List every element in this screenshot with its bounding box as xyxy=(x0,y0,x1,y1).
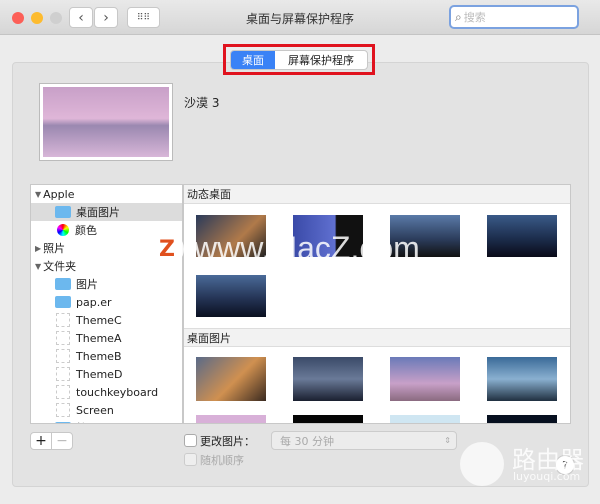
label: ThemeA xyxy=(76,331,122,345)
label: 照片 xyxy=(43,242,66,255)
section-header-dynamic: 动态桌面 xyxy=(184,185,570,204)
label: ThemeB xyxy=(76,349,122,363)
interval-select[interactable]: 每 30 分钟 ⇕ xyxy=(271,431,457,450)
add-folder-button[interactable]: + xyxy=(30,432,52,450)
wallpaper-thumbnail[interactable] xyxy=(390,357,460,401)
search-icon: ⌕ xyxy=(455,9,462,24)
sidebar-folder-item[interactable]: 教程 xyxy=(31,419,182,423)
help-button[interactable]: ? xyxy=(555,455,575,475)
sidebar-group-folders[interactable]: ▼ 文件夹 xyxy=(31,257,182,275)
highlight-box xyxy=(223,44,375,75)
label: Screen xyxy=(76,403,114,417)
color-wheel-icon xyxy=(57,224,69,236)
sidebar-group-photos[interactable]: ▶ 照片 xyxy=(31,239,182,257)
sidebar-folder-item[interactable]: 图片 xyxy=(31,275,182,293)
wallpaper-thumbnail[interactable] xyxy=(390,215,460,257)
label: Apple xyxy=(43,187,75,201)
sidebar-item-colors[interactable]: 颜色 xyxy=(31,221,182,239)
wallpaper-thumbnail[interactable] xyxy=(293,215,363,257)
label: ThemeD xyxy=(76,367,123,381)
wallpaper-thumbnail[interactable] xyxy=(487,357,557,401)
folder-icon xyxy=(55,422,71,423)
label: pap.er xyxy=(76,295,112,309)
random-order-label: 随机顺序 xyxy=(200,454,244,467)
folder-placeholder-icon xyxy=(56,403,70,417)
sidebar-folder-item[interactable]: ThemeA xyxy=(31,329,182,347)
search-input[interactable]: ⌕ 搜索 xyxy=(449,5,579,29)
folder-icon xyxy=(55,296,71,308)
current-picture-name: 沙漠 3 xyxy=(184,96,220,110)
label: touchkeyboard xyxy=(76,385,159,399)
label: 颜色 xyxy=(75,224,97,237)
remove-folder-button[interactable]: − xyxy=(51,432,73,450)
folder-placeholder-icon xyxy=(56,367,70,381)
wallpaper-thumbnail[interactable] xyxy=(196,357,266,401)
wallpaper-thumbnail[interactable] xyxy=(196,415,266,423)
current-picture-preview xyxy=(39,83,173,161)
sidebar-folder-item[interactable]: touchkeyboard xyxy=(31,383,182,401)
wallpaper-thumbnail[interactable] xyxy=(293,415,363,423)
label: 教程 xyxy=(76,420,98,423)
wallpaper-thumbnail[interactable] xyxy=(293,357,363,401)
wallpaper-thumbnail[interactable] xyxy=(487,415,557,423)
wallpaper-thumbnail[interactable] xyxy=(196,215,266,257)
section-header-pictures: 桌面图片 xyxy=(184,328,570,347)
folder-placeholder-icon xyxy=(56,385,70,399)
sidebar-item-desktop-pictures[interactable]: 桌面图片 xyxy=(31,203,182,221)
title-bar: ‹ › ⠿⠿ 桌面与屏幕保护程序 ⌕ 搜索 xyxy=(0,0,600,35)
folder-placeholder-icon xyxy=(56,349,70,363)
label: 桌面图片 xyxy=(76,206,120,219)
label: 图片 xyxy=(76,278,98,291)
sidebar-group-apple[interactable]: ▼ Apple xyxy=(31,185,182,203)
chevron-updown-icon: ⇕ xyxy=(444,436,451,445)
sidebar-folder-item[interactable]: ThemeB xyxy=(31,347,182,365)
folder-icon xyxy=(55,206,71,218)
sidebar-folder-item[interactable]: ThemeD xyxy=(31,365,182,383)
label: 文件夹 xyxy=(43,260,77,273)
search-placeholder: 搜索 xyxy=(463,11,486,24)
interval-value: 每 30 分钟 xyxy=(280,434,334,448)
picture-browser[interactable]: 动态桌面 桌面图片 xyxy=(183,184,571,424)
sidebar-folder-item[interactable]: ThemeC xyxy=(31,311,182,329)
label: ThemeC xyxy=(76,313,122,327)
folder-placeholder-icon xyxy=(56,331,70,345)
folder-placeholder-icon xyxy=(56,313,70,327)
wallpaper-thumbnail[interactable] xyxy=(196,275,266,317)
change-picture-checkbox[interactable] xyxy=(184,434,197,447)
folder-icon xyxy=(55,278,71,290)
sidebar-folder-item[interactable]: pap.er xyxy=(31,293,182,311)
random-order-checkbox[interactable] xyxy=(184,453,197,466)
change-picture-label: 更改图片： xyxy=(200,435,255,448)
wallpaper-thumbnail[interactable] xyxy=(487,215,557,257)
source-list[interactable]: ▼ Apple 桌面图片 颜色 ▶ 照片 ▼ 文件夹 图片 pap.er ThemeC… xyxy=(30,184,183,424)
wallpaper-thumbnail[interactable] xyxy=(390,415,460,423)
sidebar-folder-item[interactable]: Screen xyxy=(31,401,182,419)
